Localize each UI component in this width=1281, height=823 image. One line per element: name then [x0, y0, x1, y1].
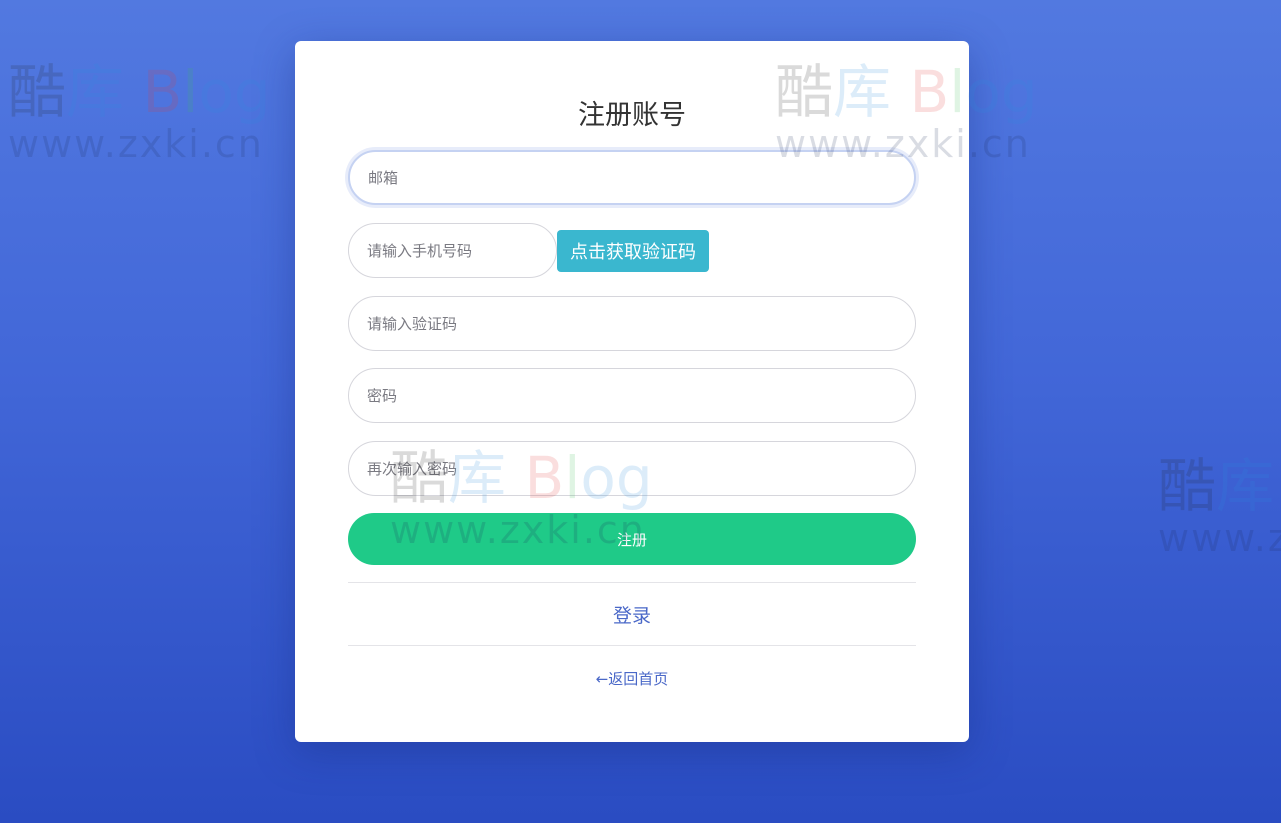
watermark-logo: 酷库 — [1158, 456, 1275, 520]
login-link[interactable]: 登录 — [295, 601, 969, 628]
watermark: 酷库 www.zxki.cn — [1158, 456, 1281, 560]
watermark-logo: 酷库 Blog — [8, 58, 271, 126]
divider — [348, 645, 916, 646]
back-home-link[interactable]: ←返回首页 — [295, 668, 969, 689]
page-title: 注册账号 — [578, 100, 686, 131]
phone-field[interactable] — [348, 223, 557, 278]
divider — [348, 582, 916, 583]
register-button[interactable]: 注册 — [348, 513, 916, 565]
watermark-url: www.zxki.cn — [8, 122, 264, 166]
watermark: 酷库 Blog www.zxki.cn — [8, 62, 271, 166]
verification-code-field[interactable] — [348, 296, 916, 351]
email-field[interactable] — [348, 150, 916, 205]
confirm-password-field[interactable] — [348, 441, 916, 496]
register-card: 注册账号 点击获取验证码 注册 登录 ←返回首页 — [295, 41, 969, 742]
password-field[interactable] — [348, 368, 916, 423]
get-code-button[interactable]: 点击获取验证码 — [557, 230, 709, 272]
watermark-url: www.zxki.cn — [1158, 516, 1281, 560]
